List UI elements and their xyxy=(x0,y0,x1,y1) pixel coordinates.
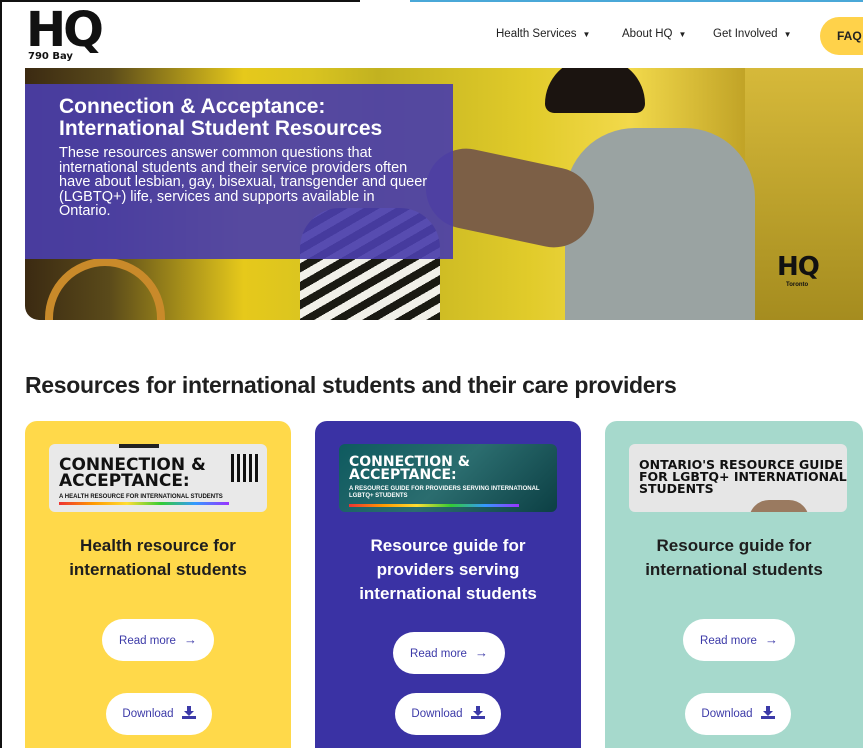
download-button[interactable]: Download xyxy=(685,693,791,735)
download-label: Download xyxy=(122,708,174,720)
read-more-button[interactable]: Read more → xyxy=(683,619,795,661)
hero-description: These resources answer common questions … xyxy=(59,145,428,219)
card-thumbnail[interactable]: CONNECTION & ACCEPTANCE: A RESOURCE GUID… xyxy=(339,444,557,512)
section-title: Resources for international students and… xyxy=(25,372,677,398)
resource-card-providers: CONNECTION & ACCEPTANCE: A RESOURCE GUID… xyxy=(315,421,581,748)
thumbnail-subheading: A RESOURCE GUIDE FOR PROVIDERS SERVING I… xyxy=(349,486,540,499)
download-label: Download xyxy=(701,708,753,720)
arrow-right-icon: → xyxy=(764,632,778,647)
hero-title: Connection & Acceptance: International S… xyxy=(59,95,383,140)
download-icon xyxy=(470,706,485,719)
logo-subtitle: 790 Bay xyxy=(28,51,73,62)
arrow-right-icon: → xyxy=(183,632,197,647)
resource-card-students: ONTARIO'S RESOURCE GUIDE FOR LGBTQ+ INTE… xyxy=(605,421,863,748)
read-more-button[interactable]: Read more → xyxy=(102,619,214,661)
faq-button[interactable]: FAQ xyxy=(820,17,863,55)
chevron-down-icon: ▼ xyxy=(678,30,687,39)
hq-logo[interactable]: HQ 790 Bay xyxy=(26,2,106,64)
card-thumbnail[interactable]: CONNECTION & ACCEPTANCE: A HEALTH RESOUR… xyxy=(49,444,267,512)
download-label: Download xyxy=(411,708,463,720)
download-button[interactable]: Download xyxy=(106,693,212,735)
site-header: HQ 790 Bay Health Services ▼ About HQ ▼ Ge… xyxy=(2,2,863,68)
nav-label: Get Involved xyxy=(713,28,778,40)
thumbnail-subheading: A HEALTH RESOURCE FOR INTERNATIONAL STUD… xyxy=(59,494,223,500)
card-title: Health resource for international studen… xyxy=(69,536,247,579)
nav-get-involved[interactable]: Get Involved ▼ xyxy=(713,28,792,40)
rainbow-bar xyxy=(59,502,229,505)
hero-photo-bag xyxy=(45,258,165,320)
arrow-right-icon: → xyxy=(474,645,488,660)
download-icon xyxy=(181,706,196,719)
nav-label: Health Services xyxy=(496,28,577,40)
thumbnail-photo xyxy=(749,500,809,512)
chevron-down-icon: ▼ xyxy=(783,30,792,39)
qr-code-icon xyxy=(231,454,259,482)
card-title: Resource guide for international student… xyxy=(645,536,823,579)
card-title: Resource guide for providers serving int… xyxy=(359,536,537,603)
hero-photo-hair xyxy=(545,68,645,113)
read-more-label: Read more xyxy=(410,648,467,660)
rainbow-bar xyxy=(349,504,519,507)
logo-brand: HQ xyxy=(26,2,104,58)
hero-watermark-logo: HQ xyxy=(777,252,820,282)
download-button[interactable]: Download xyxy=(395,693,501,735)
nav-about-hq[interactable]: About HQ ▼ xyxy=(622,28,686,40)
hero-banner: Connection & Acceptance: International S… xyxy=(25,68,863,320)
read-more-label: Read more xyxy=(119,635,176,647)
hero-photo-person xyxy=(565,128,755,320)
read-more-label: Read more xyxy=(700,635,757,647)
nav-health-services[interactable]: Health Services ▼ xyxy=(496,28,590,40)
chevron-down-icon: ▼ xyxy=(582,30,591,39)
read-more-button[interactable]: Read more → xyxy=(393,632,505,674)
thumbnail-decoration xyxy=(119,444,159,448)
download-icon xyxy=(760,706,775,719)
resource-card-health: CONNECTION & ACCEPTANCE: A HEALTH RESOUR… xyxy=(25,421,291,748)
thumbnail-heading: CONNECTION & ACCEPTANCE: xyxy=(349,454,470,483)
card-thumbnail[interactable]: ONTARIO'S RESOURCE GUIDE FOR LGBTQ+ INTE… xyxy=(629,444,847,512)
hero-watermark-city: Toronto xyxy=(786,282,809,288)
nav-label: About HQ xyxy=(622,28,673,40)
thumbnail-heading: ONTARIO'S RESOURCE GUIDE FOR LGBTQ+ INTE… xyxy=(639,457,847,496)
thumbnail-heading: CONNECTION & ACCEPTANCE: xyxy=(59,455,206,491)
